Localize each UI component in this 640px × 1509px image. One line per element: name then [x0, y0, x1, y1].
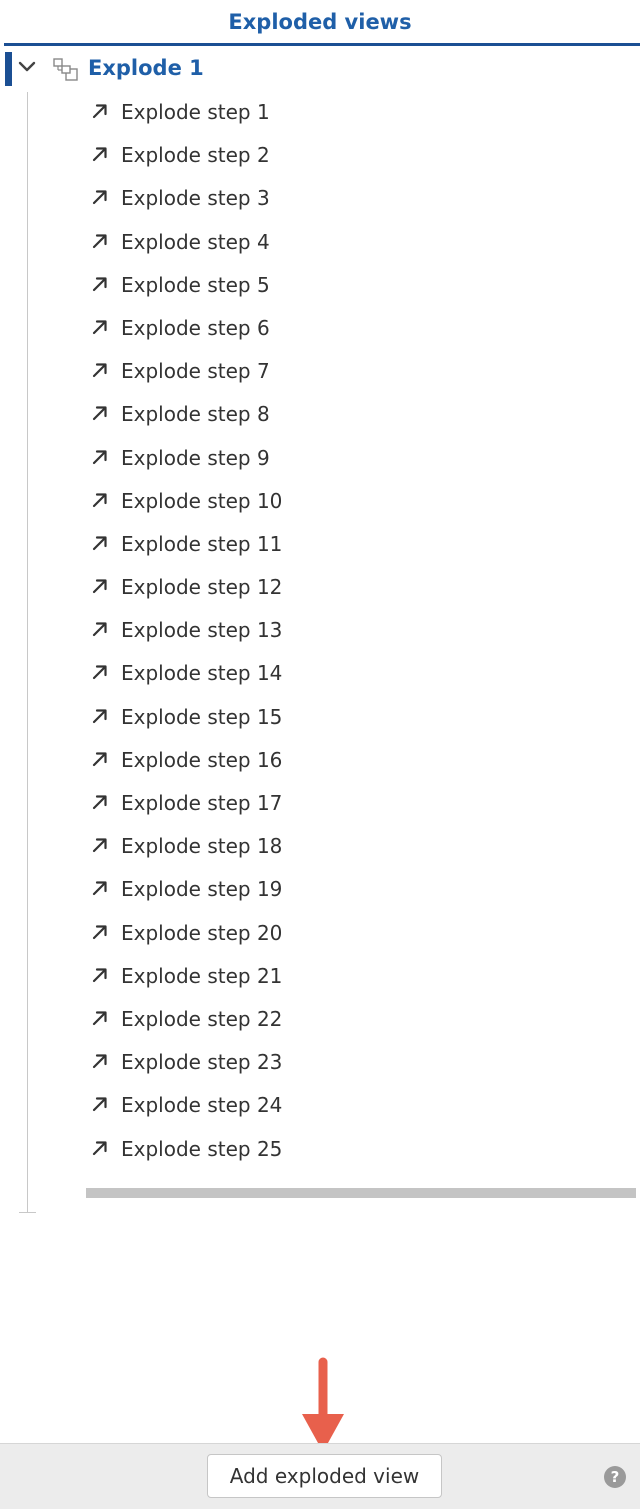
explode-step-row[interactable]: Explode step 10 [0, 481, 640, 524]
explode-step-row[interactable]: Explode step 7 [0, 351, 640, 394]
explode-step-row[interactable]: Explode step 5 [0, 265, 640, 308]
arrow-up-right-icon [91, 491, 109, 509]
arrow-up-right-icon [91, 750, 109, 768]
explode-step-row[interactable]: Explode step 2 [0, 135, 640, 178]
explode-step-row[interactable]: Explode step 20 [0, 913, 640, 956]
arrow-up-right-icon [91, 318, 109, 336]
arrow-up-right-icon [91, 1139, 109, 1157]
arrow-up-right-icon [91, 145, 109, 163]
explode-step-row[interactable]: Explode step 18 [0, 826, 640, 869]
explode-view-label[interactable]: Explode 1 [88, 56, 204, 80]
explode-step-row[interactable]: Explode step 4 [0, 222, 640, 265]
explode-step-label: Explode step 15 [121, 704, 283, 729]
explode-step-row[interactable]: Explode step 8 [0, 394, 640, 437]
explode-step-label: Explode step 11 [121, 531, 283, 556]
exploded-views-tree: Explode 1 Explode step 1 Explode step 2 Ex… [0, 46, 640, 1221]
add-exploded-view-button[interactable]: Add exploded view [207, 1454, 442, 1498]
arrow-up-right-icon [91, 923, 109, 941]
explode-step-row[interactable]: Explode step 9 [0, 438, 640, 481]
explode-step-label: Explode step 2 [121, 143, 270, 168]
explode-step-label: Explode step 25 [121, 1136, 283, 1161]
explode-step-row[interactable]: Explode step 1 [0, 92, 640, 135]
explode-step-label: Explode step 16 [121, 747, 283, 772]
explode-step-label: Explode step 1 [121, 100, 270, 124]
arrow-up-right-icon [91, 1095, 109, 1113]
explode-step-label: Explode step 6 [121, 315, 270, 340]
question-mark-icon[interactable]: ? [604, 1466, 626, 1488]
explode-step-label: Explode step 7 [121, 359, 270, 384]
explode-step-row[interactable]: Explode step 21 [0, 956, 640, 999]
arrow-up-right-icon [91, 663, 109, 681]
arrow-up-right-icon [91, 361, 109, 379]
explode-step-label: Explode step 13 [121, 618, 283, 643]
assembly-icon [52, 57, 80, 83]
arrow-up-right-icon [91, 275, 109, 293]
arrow-up-right-icon [91, 1009, 109, 1027]
explode-step-list: Explode step 1 Explode step 2 Explode step… [0, 92, 640, 1172]
arrow-up-right-icon [91, 102, 109, 120]
explode-step-label: Explode step 5 [121, 272, 270, 297]
arrow-up-right-icon [91, 620, 109, 638]
arrow-up-right-icon [91, 448, 109, 466]
arrow-up-right-icon [91, 836, 109, 854]
explode-step-label: Explode step 24 [121, 1093, 283, 1118]
panel-header: Exploded views [0, 0, 640, 46]
chevron-down-icon[interactable] [16, 56, 38, 78]
explode-step-label: Explode step 3 [121, 186, 270, 211]
explode-step-label: Explode step 4 [121, 229, 270, 254]
explode-step-row[interactable]: Explode step 16 [0, 740, 640, 783]
explode-step-row[interactable]: Explode step 6 [0, 308, 640, 351]
explode-step-row[interactable]: Explode step 19 [0, 869, 640, 912]
selection-indicator [5, 52, 12, 86]
explode-step-row[interactable]: Explode step 14 [0, 653, 640, 696]
explode-step-row[interactable]: Explode step 23 [0, 1042, 640, 1085]
explode-step-row[interactable]: Explode step 13 [0, 610, 640, 653]
explode-step-label: Explode step 17 [121, 791, 283, 815]
arrow-up-right-icon [91, 577, 109, 595]
explode-step-row[interactable]: Explode step 11 [0, 524, 640, 567]
explode-step-row[interactable]: Explode step 22 [0, 999, 640, 1042]
explode-step-row[interactable]: Explode step 24 [0, 1085, 640, 1128]
panel-title: Exploded views [228, 10, 412, 34]
explode-step-label: Explode step 12 [121, 575, 283, 600]
explode-step-row[interactable]: Explode step 15 [0, 697, 640, 740]
explode-step-label: Explode step 8 [121, 402, 270, 427]
explode-step-label: Explode step 14 [121, 661, 283, 686]
explode-step-label: Explode step 22 [121, 1006, 283, 1031]
arrow-up-right-icon [91, 879, 109, 897]
tree-guide-end [19, 1212, 36, 1213]
explode-step-row[interactable]: Explode step 25 [0, 1129, 640, 1172]
arrow-up-right-icon [91, 793, 109, 811]
explode-step-label: Explode step 9 [121, 445, 270, 470]
explode-step-label: Explode step 21 [121, 963, 283, 988]
arrow-up-right-icon [91, 232, 109, 250]
arrow-up-right-icon [91, 404, 109, 422]
red-callout-arrow-icon [302, 1357, 344, 1452]
arrow-up-right-icon [91, 966, 109, 984]
explode-step-row[interactable]: Explode step 17 [0, 783, 640, 826]
explode-step-label: Explode step 18 [121, 834, 283, 859]
explode-step-label: Explode step 10 [121, 488, 283, 513]
explode-step-row[interactable]: Explode step 3 [0, 178, 640, 221]
arrow-up-right-icon [91, 1052, 109, 1070]
explode-step-label: Explode step 19 [121, 877, 283, 902]
arrow-up-right-icon [91, 707, 109, 725]
explode-step-row[interactable]: Explode step 12 [0, 567, 640, 610]
explode-step-label: Explode step 20 [121, 920, 283, 945]
panel-footer: Add exploded view ? [0, 1443, 640, 1509]
horizontal-scrollbar[interactable] [86, 1188, 636, 1198]
arrow-up-right-icon [91, 188, 109, 206]
arrow-up-right-icon [91, 534, 109, 552]
explode-step-label: Explode step 23 [121, 1050, 283, 1075]
